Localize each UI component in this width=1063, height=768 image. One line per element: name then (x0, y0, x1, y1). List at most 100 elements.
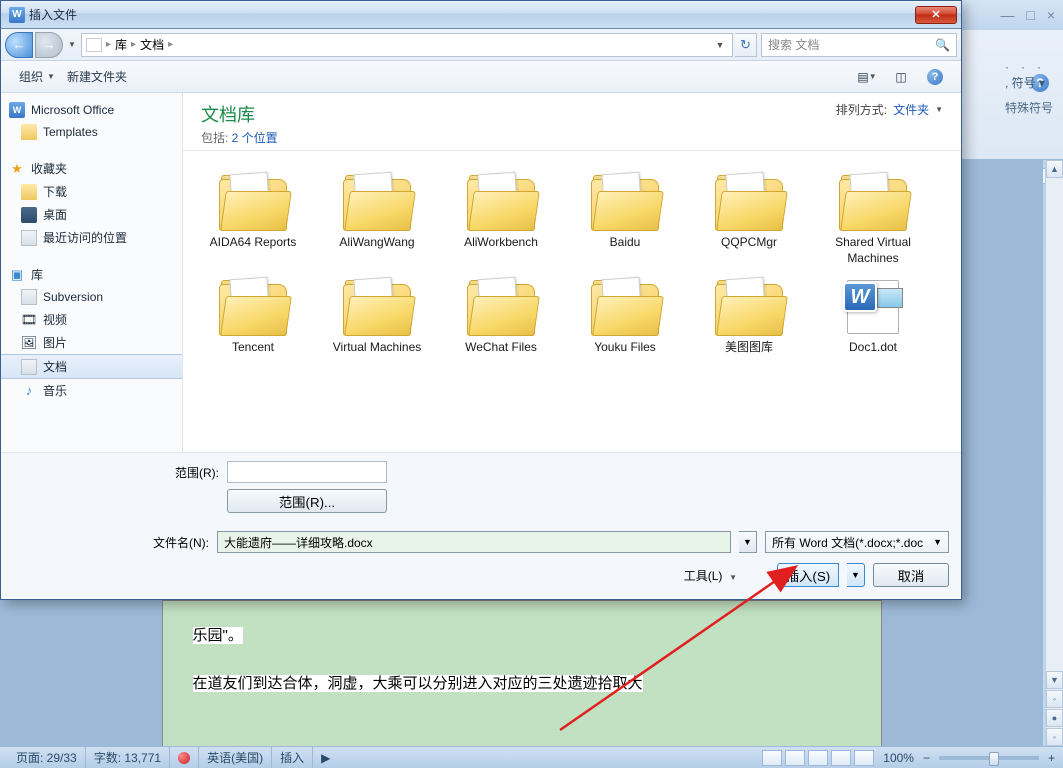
file-grid[interactable]: AIDA64 Reports AliWangWang AliWorkbench Bai… (183, 151, 961, 452)
file-label: Baidu (610, 235, 641, 251)
folder-icon (589, 278, 661, 336)
file-label: Shared Virtual Machines (815, 235, 931, 266)
sort-control[interactable]: 排列方式: 文件夹 ▼ (836, 101, 943, 118)
filename-dropdown[interactable]: ▼ (739, 531, 757, 553)
dialog-titlebar[interactable]: 插入文件 ✕ (1, 1, 961, 29)
minimize-button[interactable]: — (1000, 7, 1014, 23)
nav-forward-button[interactable]: → (35, 32, 63, 58)
chevron-right-icon[interactable]: ▸ (106, 39, 111, 50)
sidebar-item-favorites[interactable]: ★收藏夹 (1, 157, 182, 180)
browse-object-icon[interactable]: ● (1046, 709, 1063, 727)
view-outline[interactable] (831, 750, 851, 766)
filename-input[interactable]: 大能遗府——详细攻略.docx (217, 531, 731, 553)
nav-back-button[interactable]: ← (5, 32, 33, 58)
breadcrumb-segment[interactable]: 库 (115, 36, 127, 53)
location-icon (86, 38, 102, 52)
sidebar-item-libraries[interactable]: ▣库 (1, 263, 182, 286)
insert-button-dropdown[interactable]: ▼ (847, 563, 865, 587)
sidebar-item-recent[interactable]: 最近访问的位置 (1, 226, 182, 249)
close-button[interactable]: × (1047, 7, 1055, 23)
search-icon: 🔍 (935, 38, 950, 52)
chevron-right-icon[interactable]: ▸ (131, 39, 136, 50)
sort-value[interactable]: 文件夹 (893, 101, 929, 118)
insert-button[interactable]: 插入(S) (777, 563, 839, 587)
dialog-toolbar: 组织▼ 新建文件夹 ▤ ▼ ◫ ? (1, 61, 961, 93)
view-print-layout[interactable] (762, 750, 782, 766)
sidebar-item-music[interactable]: ♪音乐 (1, 379, 182, 402)
sidebar-item-subversion[interactable]: Subversion (1, 286, 182, 308)
file-label: QQPCMgr (721, 235, 777, 251)
folder-item[interactable]: Virtual Machines (315, 272, 439, 362)
library-locations-link[interactable]: 2 个位置 (232, 131, 278, 145)
sidebar-item-documents[interactable]: 文档 (1, 354, 182, 379)
folder-item[interactable]: Tencent (191, 272, 315, 362)
sidebar-item-office[interactable]: WMicrosoft Office (1, 99, 182, 121)
next-page-icon[interactable]: ◦ (1046, 728, 1063, 746)
sidebar-item-templates[interactable]: Templates (1, 121, 182, 143)
zoom-level[interactable]: 100% (883, 751, 914, 765)
folder-item[interactable]: Youku Files (563, 272, 687, 362)
organize-button[interactable]: 组织▼ (13, 66, 61, 87)
maximize-button[interactable]: □ (1026, 7, 1034, 23)
status-proofing[interactable] (170, 747, 199, 768)
breadcrumb-dropdown[interactable]: ▼ (712, 40, 728, 50)
nav-history-dropdown[interactable]: ▼ (65, 35, 79, 55)
tools-menu[interactable]: 工具(L) ▼ (684, 567, 737, 584)
folder-icon (465, 173, 537, 231)
zoom-out-button[interactable]: − (923, 751, 930, 765)
status-page[interactable]: 页面: 29/33 (8, 747, 86, 768)
range-button[interactable]: 范围(R)... (227, 489, 387, 513)
breadcrumb-segment[interactable]: 文档 (140, 36, 164, 53)
cancel-button[interactable]: 取消 (873, 563, 949, 587)
folder-item[interactable]: Shared Virtual Machines (811, 167, 935, 272)
help-button[interactable]: ? (921, 66, 949, 88)
close-button[interactable]: ✕ (915, 6, 957, 24)
zoom-in-button[interactable]: + (1048, 751, 1055, 765)
dialog-bottom-panel: 范围(R): 范围(R)... 文件名(N): 大能遗府——详细攻略.docx … (1, 452, 961, 599)
folder-item[interactable]: AliWorkbench (439, 167, 563, 272)
document-page[interactable]: 乐园"。 在道友们到达合体，洞虚，大乘可以分别进入对应的三处遗迹拾取大 (162, 600, 882, 760)
prev-page-icon[interactable]: ◦ (1046, 690, 1063, 708)
status-word-count[interactable]: 字数: 13,771 (86, 747, 170, 768)
scroll-down-icon[interactable]: ▼ (1046, 671, 1063, 689)
file-label: AIDA64 Reports (210, 235, 297, 251)
status-insert-mode[interactable]: 插入 (272, 747, 313, 768)
folder-item[interactable]: QQPCMgr (687, 167, 811, 272)
svn-icon (21, 289, 37, 305)
sidebar-item-pictures[interactable]: 🖼图片 (1, 331, 182, 354)
folder-icon (341, 278, 413, 336)
search-input[interactable]: 搜索 文档 🔍 (761, 33, 957, 57)
folder-item[interactable]: AliWangWang (315, 167, 439, 272)
new-folder-button[interactable]: 新建文件夹 (61, 66, 133, 87)
breadcrumb[interactable]: ▸ 库 ▸ 文档 ▸ ▼ (81, 33, 733, 57)
scroll-up-icon[interactable]: ▲ (1046, 160, 1063, 178)
sidebar-item-desktop[interactable]: 桌面 (1, 203, 182, 226)
status-language[interactable]: 英语(美国) (199, 747, 272, 768)
file-type-filter[interactable]: 所有 Word 文档(*.docx;*.doc▼ (765, 531, 949, 553)
chevron-down-icon: ▼ (935, 105, 943, 114)
sidebar-item-videos[interactable]: 🎞视频 (1, 308, 182, 331)
view-web-layout[interactable] (808, 750, 828, 766)
range-input[interactable] (227, 461, 387, 483)
view-mode-button[interactable]: ▤ ▼ (853, 66, 881, 88)
folder-icon (837, 173, 909, 231)
music-icon: ♪ (21, 383, 37, 399)
content-header: 文档库 包括: 2 个位置 排列方式: 文件夹 ▼ (183, 93, 961, 151)
preview-pane-button[interactable]: ◫ (887, 66, 915, 88)
view-draft[interactable] (854, 750, 874, 766)
refresh-button[interactable]: ↻ (735, 33, 757, 57)
zoom-slider[interactable] (939, 756, 1039, 760)
chevron-right-icon[interactable]: ▸ (168, 39, 173, 50)
status-macro[interactable]: ▶ (313, 747, 338, 768)
file-label: AliWorkbench (464, 235, 538, 251)
file-item[interactable]: WDoc1.dot (811, 272, 935, 362)
folder-item[interactable]: Baidu (563, 167, 687, 272)
folder-item[interactable]: 美图图库 (687, 272, 811, 362)
view-full-screen[interactable] (785, 750, 805, 766)
folder-icon (21, 124, 37, 140)
ribbon-symbol-button[interactable]: , 符号 ▾ (1005, 74, 1053, 91)
vertical-scrollbar[interactable]: ▲ ▼ ◦ ● ◦ (1045, 160, 1063, 746)
folder-item[interactable]: AIDA64 Reports (191, 167, 315, 272)
sidebar-item-downloads[interactable]: 下载 (1, 180, 182, 203)
folder-item[interactable]: WeChat Files (439, 272, 563, 362)
